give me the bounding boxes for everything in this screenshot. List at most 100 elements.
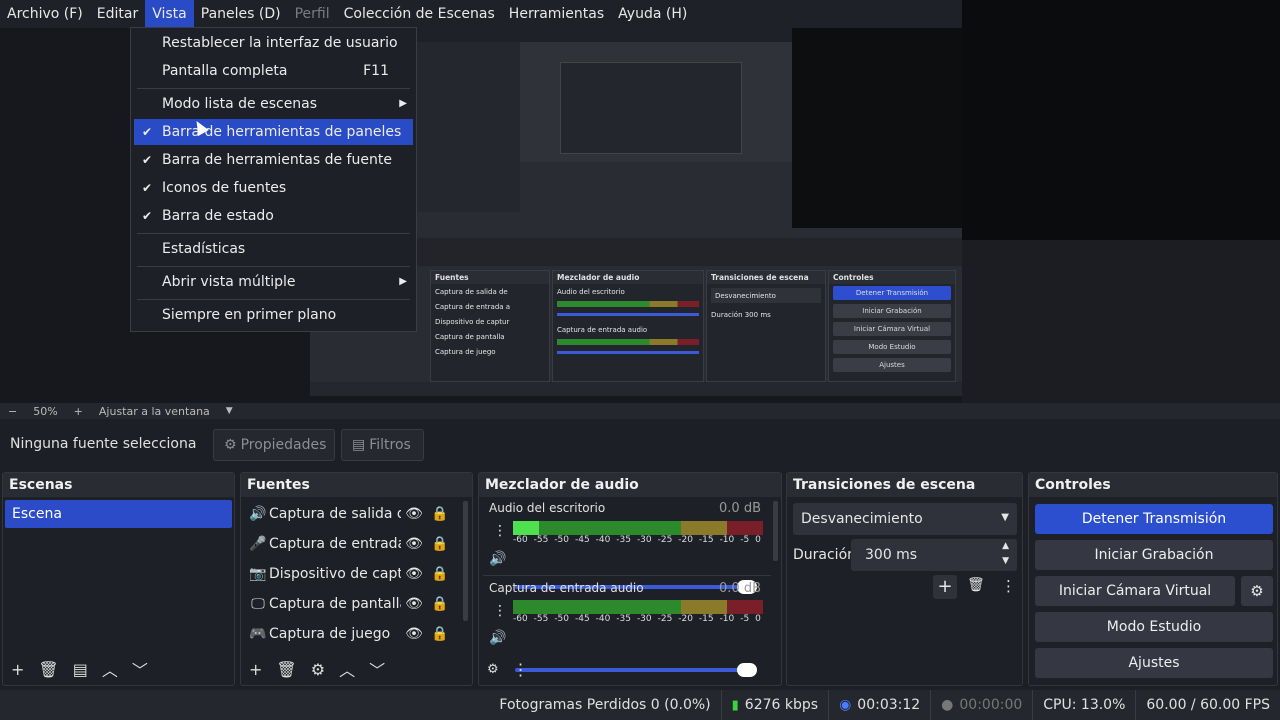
mixer-toolbar: ⚙ ⋮ [479, 653, 781, 685]
gear-icon[interactable]: ⚙ [1241, 576, 1273, 606]
list-item[interactable]: 🖵 Captura de pantalla 👁 🔒 [247, 589, 457, 619]
chevron-up-icon[interactable]: ︿ [102, 657, 118, 681]
signal-icon: ▮ [731, 697, 739, 713]
studio-mode-button[interactable]: Modo Estudio [1035, 612, 1273, 642]
stop-stream-button[interactable]: Detener Transmisión [1035, 504, 1273, 534]
gear-icon[interactable]: ⚙ [311, 660, 325, 679]
menu-herramientas[interactable]: Herramientas [502, 0, 611, 28]
transition-select[interactable]: Desvanecimiento ▼ [793, 503, 1017, 535]
source-label: Dispositivo de captura [269, 566, 401, 582]
lock-icon[interactable]: 🔒 [427, 536, 453, 552]
more-icon[interactable]: ⋮ [493, 523, 507, 539]
settings-button[interactable]: Ajustes [1035, 648, 1273, 678]
menu-perfil[interactable]: Perfil [288, 0, 337, 28]
trash-icon[interactable]: 🗑 [967, 577, 985, 593]
zoom-out-button[interactable]: − [8, 405, 17, 418]
gear-icon[interactable]: ⚙ [487, 662, 499, 677]
filter-icon[interactable]: ▤ [73, 660, 88, 679]
menu-ayuda[interactable]: Ayuda (H) [611, 0, 694, 28]
duration-value: 300 ms [865, 547, 918, 563]
scene-item[interactable]: Escena [5, 500, 232, 528]
view-menu-dropdown: Restablecer la interfaz de usuario Panta… [130, 27, 417, 332]
menu-editar[interactable]: Editar [90, 0, 145, 28]
sources-title: Fuentes [241, 473, 472, 497]
channel-name: Captura de entrada audio [489, 581, 644, 595]
monitor-icon: 🖵 [251, 596, 265, 612]
trash-icon[interactable]: 🗑 [38, 660, 58, 679]
eye-icon[interactable]: 👁 [401, 536, 427, 552]
chevron-down-icon[interactable]: ▼ [1002, 556, 1009, 566]
chevron-down-icon[interactable]: ▼ [226, 406, 233, 416]
zoom-in-button[interactable]: + [74, 405, 83, 418]
properties-label: Propiedades [240, 437, 327, 453]
source-label: Captura de salida de a [269, 506, 401, 522]
microphone-icon: 🎤 [249, 536, 267, 552]
chevron-up-icon[interactable]: ▲ [1002, 541, 1009, 551]
gamepad-icon: 🎮 [249, 626, 267, 642]
add-transition-button[interactable]: + [933, 575, 957, 599]
eye-icon[interactable]: 👁 [401, 626, 427, 642]
chevron-up-icon[interactable]: ︿ [339, 657, 355, 681]
channel-db: 0.0 dB [719, 581, 761, 596]
menu-vista[interactable]: Vista [145, 0, 194, 28]
chevron-right-icon: ▶ [399, 276, 407, 287]
transition-selected: Desvanecimiento [801, 511, 923, 527]
gear-icon: ⚙ [224, 437, 237, 453]
chevron-down-icon[interactable]: ﹀ [132, 657, 148, 681]
chevron-down-icon[interactable]: ﹀ [369, 657, 385, 681]
menu-item-status-bar[interactable]: ✔ Barra de estado [134, 203, 413, 229]
bitrate: ▮ 6276 kbps [720, 690, 828, 720]
filters-button[interactable]: ▤ Filtros [341, 429, 424, 461]
list-item[interactable]: 📷 Dispositivo de captura 👁 🔒 [247, 559, 457, 589]
source-label: Captura de juego [269, 626, 391, 642]
chevron-down-icon: ▼ [1001, 512, 1009, 523]
lock-icon[interactable]: 🔒 [427, 596, 453, 612]
duration-label: Duración [793, 547, 857, 563]
menu-item-source-toolbar[interactable]: ✔ Barra de herramientas de fuente [134, 147, 413, 173]
lock-icon[interactable]: 🔒 [427, 566, 453, 582]
menu-coleccion-escenas[interactable]: Colección de Escenas [337, 0, 502, 28]
trash-icon[interactable]: 🗑 [276, 660, 296, 679]
sources-toolbar: + 🗑 ⚙ ︿ ﹀ [241, 653, 472, 685]
speaker-icon[interactable]: 🔊 [489, 551, 506, 567]
preview-letterbox [962, 240, 1280, 403]
menu-item-source-icons[interactable]: ✔ Iconos de fuentes [134, 175, 413, 201]
sources-scrollbar[interactable] [463, 501, 468, 621]
list-item[interactable]: 🔊 Captura de salida de a 👁 🔒 [247, 499, 457, 529]
more-icon[interactable]: ⋮ [1001, 577, 1016, 595]
menu-item-scene-list-mode[interactable]: Modo lista de escenas ▶ [134, 91, 413, 117]
cpu-usage: CPU: 13.0% [1032, 690, 1135, 720]
lock-icon[interactable]: 🔒 [427, 506, 453, 522]
menu-item-fullscreen[interactable]: Pantalla completa F11 [134, 58, 413, 84]
menu-item-multiview[interactable]: Abrir vista múltiple ▶ [134, 269, 413, 295]
eye-icon[interactable]: 👁 [401, 566, 427, 582]
mixer-scrollbar[interactable] [773, 501, 778, 561]
captured-statusbar [310, 382, 962, 396]
list-item[interactable]: 🎮 Captura de juego 👁 🔒 [247, 619, 457, 649]
eye-icon[interactable]: 👁 [401, 506, 427, 522]
start-recording-button[interactable]: Iniciar Grabación [1035, 540, 1273, 570]
menu-paneles[interactable]: Paneles (D) [194, 0, 288, 28]
properties-button[interactable]: ⚙ Propiedades [213, 429, 335, 461]
menu-item-dock-toolbar[interactable]: ✔ Barra de herramientas de paneles [134, 119, 413, 145]
menu-item-stats[interactable]: Estadísticas [134, 236, 413, 262]
check-icon: ✔ [142, 181, 153, 195]
eye-icon[interactable]: 👁 [401, 596, 427, 612]
list-item[interactable]: 🎤 Captura de entrada au 👁 🔒 [247, 529, 457, 559]
zoom-fit-select[interactable]: Ajustar a la ventana [99, 405, 210, 418]
menu-item-reset-ui[interactable]: Restablecer la interfaz de usuario [134, 30, 413, 56]
captured-dark-area [792, 28, 962, 228]
lock-icon[interactable]: 🔒 [427, 626, 453, 642]
duration-input[interactable]: 300 ms ▲ ▼ [851, 539, 1017, 571]
add-icon[interactable]: + [249, 660, 262, 679]
more-icon[interactable]: ⋮ [513, 660, 529, 679]
menu-item-always-on-top[interactable]: Siempre en primer plano [134, 302, 413, 328]
check-icon: ✔ [142, 125, 153, 139]
virtual-camera-button[interactable]: Iniciar Cámara Virtual [1035, 576, 1235, 606]
speaker-icon[interactable]: 🔊 [489, 630, 506, 646]
meter-scale: -60 -55 -50 -45 -40 -35 -30 -25 -20 -15 -10 -5 0 [513, 614, 761, 624]
add-icon[interactable]: + [11, 660, 24, 679]
fps: 60.00 / 60.00 FPS [1135, 690, 1280, 720]
more-icon[interactable]: ⋮ [493, 603, 507, 619]
menu-archivo[interactable]: Archivo (F) [0, 0, 90, 28]
